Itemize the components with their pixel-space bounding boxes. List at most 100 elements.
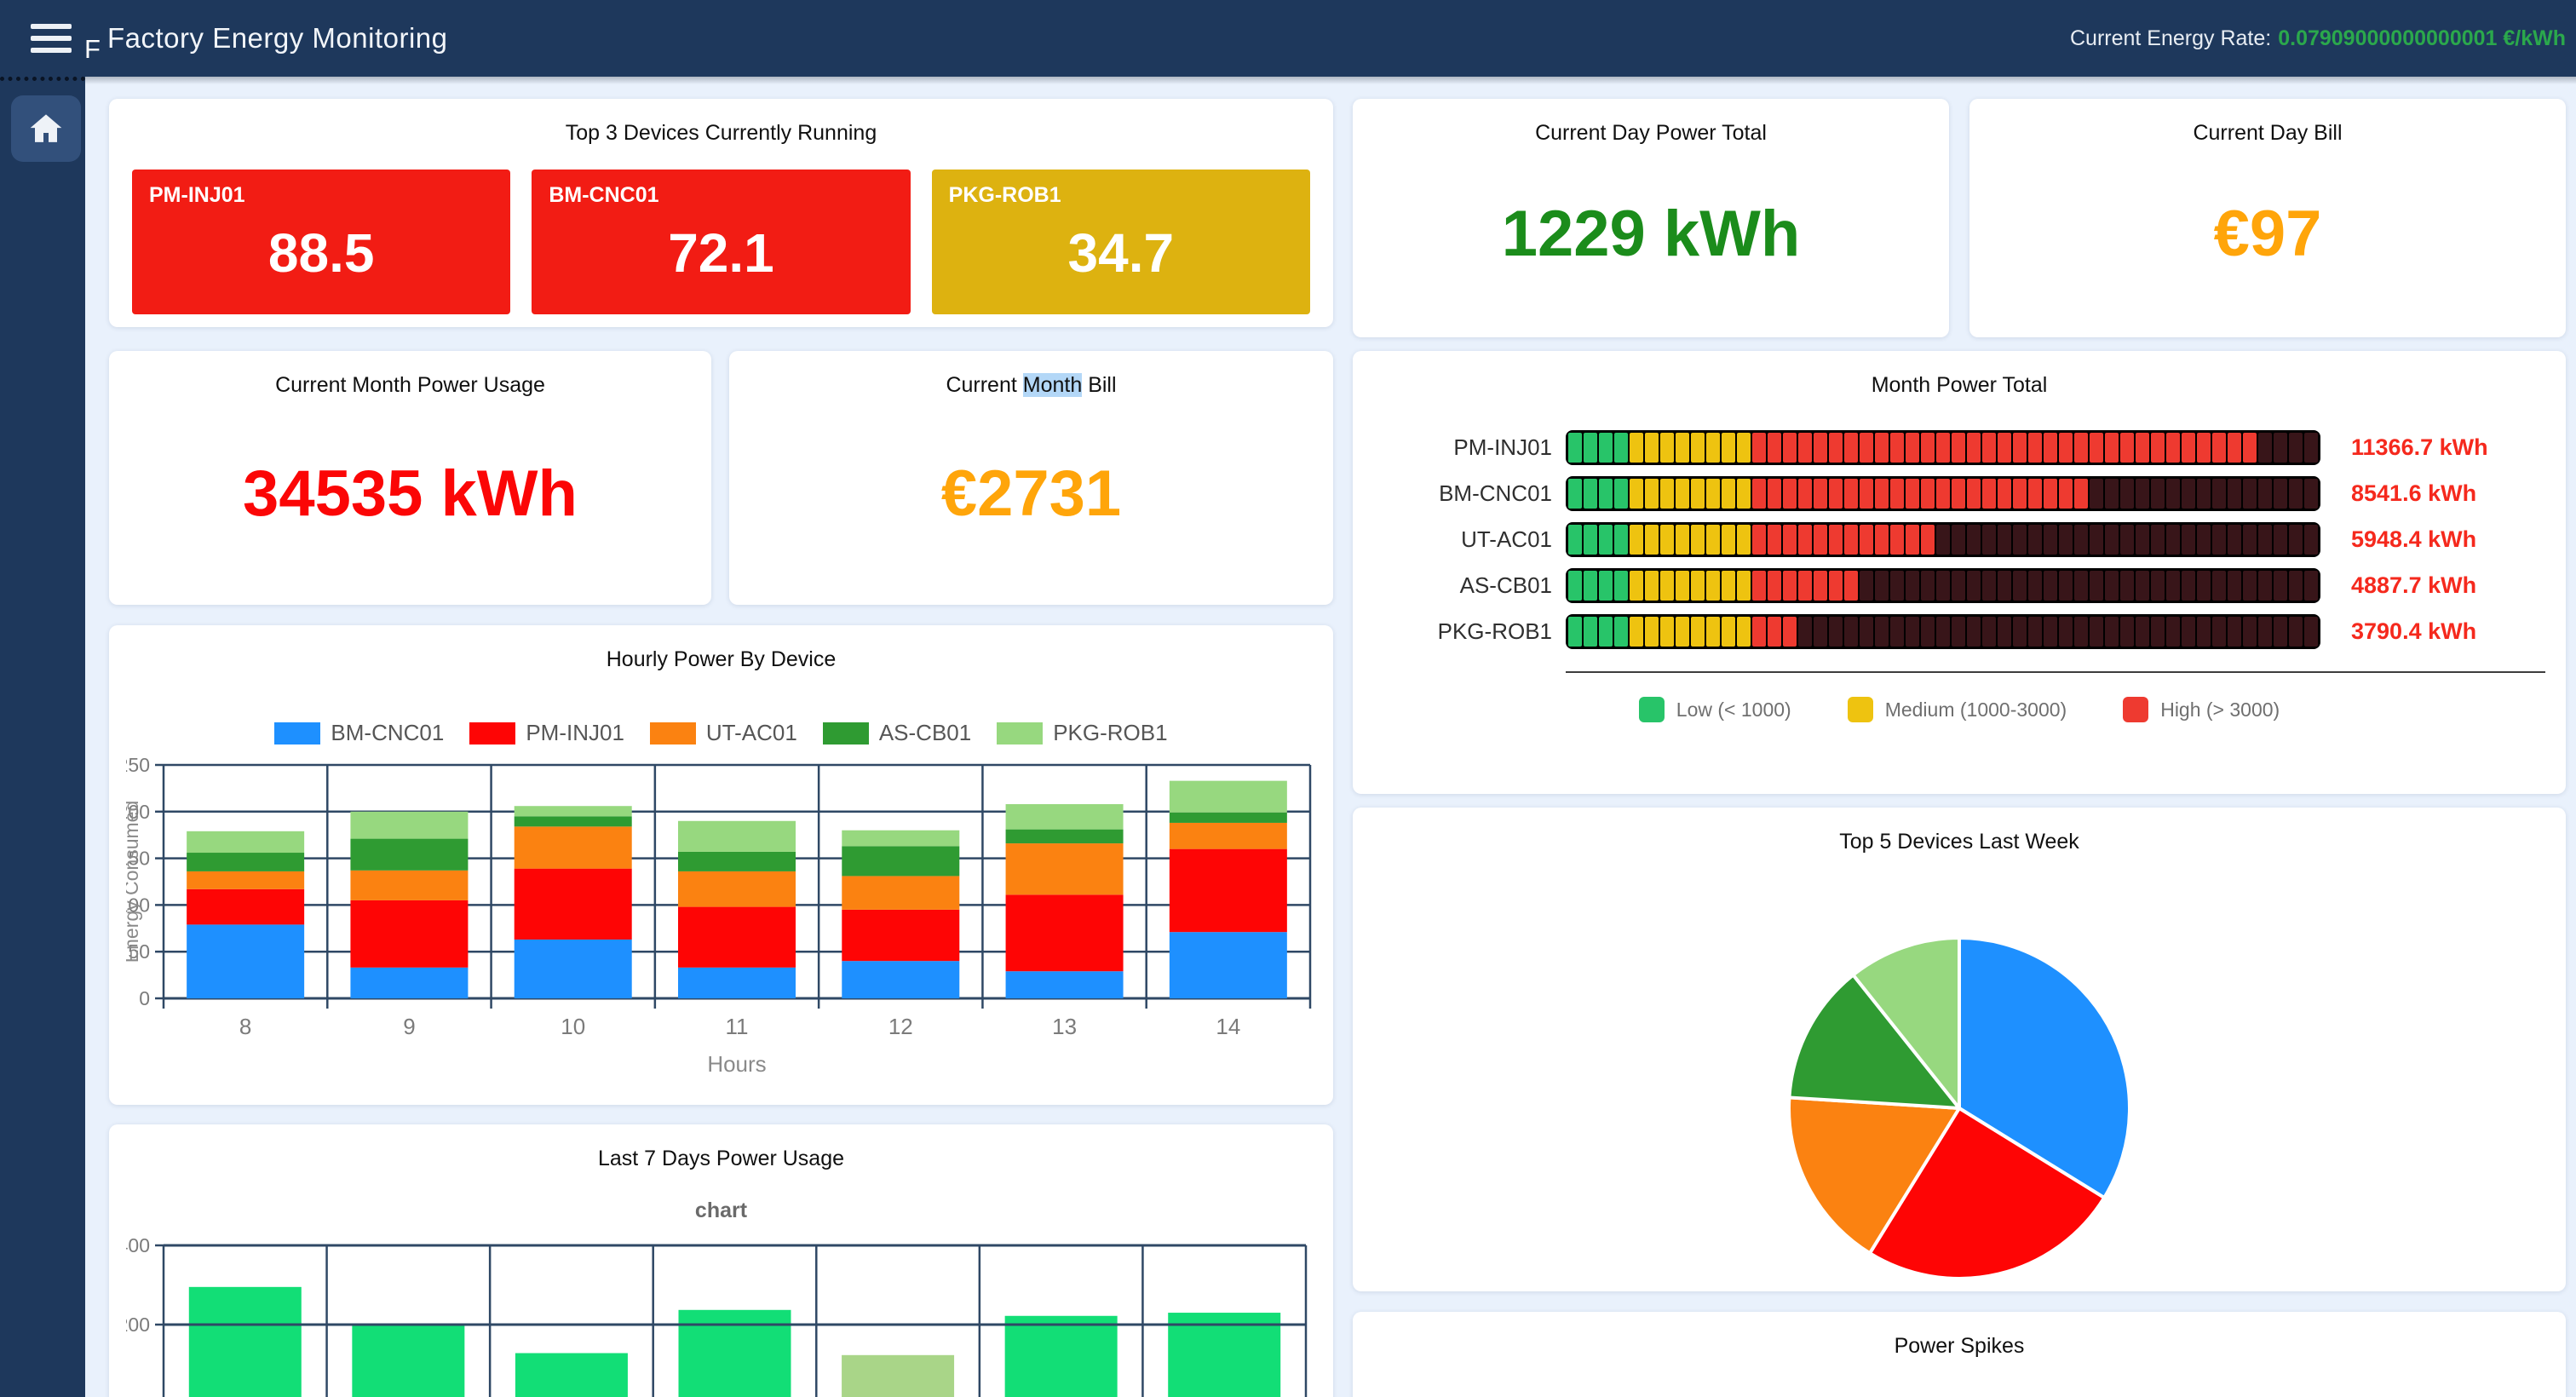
legend-swatch xyxy=(469,722,515,744)
legend-item: UT-AC01 xyxy=(650,720,797,746)
day-power-card: Current Day Power Total 1229 kWh xyxy=(1353,99,1949,337)
legend-item: AS-CB01 xyxy=(823,720,971,746)
legend-label: PM-INJ01 xyxy=(526,720,624,746)
month-row-value: 8541.6 kWh xyxy=(2351,480,2545,507)
month-row-segment-bar xyxy=(1566,568,2320,603)
month-total-separator xyxy=(1566,671,2545,673)
month-power-card: Current Month Power Usage 34535 kWh xyxy=(109,351,711,605)
device-value: 34.7 xyxy=(1068,221,1175,285)
svg-text:0: 0 xyxy=(139,987,150,1009)
top-devices-panel: Top 3 Devices Currently Running PM-INJ01… xyxy=(109,99,1333,327)
home-button[interactable] xyxy=(11,95,81,162)
month-total-panel: Month Power Total PM-INJ01 11366.7 kWh BM-… xyxy=(1353,351,2566,794)
device-name: PKG-ROB1 xyxy=(949,183,1061,208)
energy-rate-value: 0.07909000000000001 €/kWh xyxy=(2278,26,2566,50)
svg-text:12: 12 xyxy=(888,1014,913,1039)
svg-text:Energy Consumed: Energy Consumed xyxy=(126,801,142,963)
month-row-device: PKG-ROB1 xyxy=(1373,618,1552,645)
legend-label: AS-CB01 xyxy=(879,720,971,746)
month-bill-title-pre: Current xyxy=(946,373,1022,397)
month-row-segment-bar xyxy=(1566,476,2320,511)
app-title: Factory Energy Monitoring xyxy=(107,22,448,55)
legend-swatch xyxy=(650,722,696,744)
day-bill-value: €97 xyxy=(1969,146,2566,337)
month-row-segment-bar xyxy=(1566,430,2320,465)
legend-label: Medium (1000-3000) xyxy=(1885,698,2067,721)
day-bill-card: Current Day Bill €97 xyxy=(1969,99,2566,337)
svg-text:250: 250 xyxy=(126,754,150,776)
legend-swatch xyxy=(823,722,869,744)
month-power-title: Current Month Power Usage xyxy=(109,351,711,398)
day-power-value: 1229 kWh xyxy=(1353,146,1949,337)
legend-label: Low (< 1000) xyxy=(1676,698,1791,721)
month-row-device: AS-CB01 xyxy=(1373,572,1552,599)
hourly-chart-panel: Hourly Power By Device BM-CNC01PM-INJ01U… xyxy=(109,625,1333,1105)
month-total-row: AS-CB01 4887.7 kWh xyxy=(1373,568,2545,603)
month-total-row: UT-AC01 5948.4 kWh xyxy=(1373,522,2545,557)
legend-item: PKG-ROB1 xyxy=(997,720,1167,746)
app-bar: Factory Energy Monitoring Current Energy… xyxy=(0,0,2576,77)
day-power-title: Current Day Power Total xyxy=(1353,99,1949,146)
device-value: 88.5 xyxy=(268,221,375,285)
hamburger-menu-icon[interactable] xyxy=(31,24,72,53)
svg-text:1,400: 1,400 xyxy=(126,1235,150,1256)
last7-bar-chart: 1,4001,2001,000 xyxy=(126,1235,1316,1397)
month-power-value: 34535 kWh xyxy=(109,398,711,605)
last7-title: Last 7 Days Power Usage xyxy=(109,1124,1333,1171)
device-name: BM-CNC01 xyxy=(549,183,658,208)
energy-rate-label: Current Energy Rate: xyxy=(2070,26,2271,50)
svg-text:8: 8 xyxy=(239,1014,251,1039)
legend-swatch xyxy=(1639,697,1665,722)
pie-title: Top 5 Devices Last Week xyxy=(1353,808,2566,854)
pie-panel: Top 5 Devices Last Week xyxy=(1353,808,2566,1291)
month-bill-title: Current Month Bill xyxy=(729,351,1333,398)
hourly-chart-legend: BM-CNC01 PM-INJ01 UT-AC01 AS-CB01 PKG-ROB1 xyxy=(109,720,1333,746)
month-total-row: PKG-ROB1 3790.4 kWh xyxy=(1373,614,2545,649)
legend-swatch xyxy=(274,722,320,744)
power-spikes-chart: 130 xyxy=(1363,1369,2556,1397)
device-card: BM-CNC01 72.1 xyxy=(532,170,910,314)
sidebar xyxy=(0,77,85,1397)
month-row-segment-bar xyxy=(1566,614,2320,649)
power-spikes-title: Power Spikes xyxy=(1353,1312,2566,1359)
day-bill-title: Current Day Bill xyxy=(1969,99,2566,146)
device-value: 72.1 xyxy=(668,221,774,285)
month-row-value: 11366.7 kWh xyxy=(2351,434,2545,461)
svg-text:1,000: 1,000 xyxy=(126,1393,150,1397)
legend-label: BM-CNC01 xyxy=(331,720,444,746)
month-row-value: 4887.7 kWh xyxy=(2351,572,2545,599)
month-row-device: BM-CNC01 xyxy=(1373,480,1552,507)
clipped-nav-text: F xyxy=(84,34,101,65)
last7-chart-panel: Last 7 Days Power Usage chart 1,4001,200… xyxy=(109,1124,1333,1397)
month-total-title: Month Power Total xyxy=(1353,351,2566,398)
legend-label: High (> 3000) xyxy=(2160,698,2280,721)
month-total-legend: Low (< 1000) Medium (1000-3000) High (> 30… xyxy=(1353,697,2566,722)
svg-text:10: 10 xyxy=(561,1014,585,1039)
month-total-row: PM-INJ01 11366.7 kWh xyxy=(1373,430,2545,465)
legend-swatch xyxy=(1848,697,1873,722)
month-row-value: 5948.4 kWh xyxy=(2351,526,2545,553)
svg-text:Hours: Hours xyxy=(707,1051,766,1077)
legend-item: PM-INJ01 xyxy=(469,720,624,746)
month-row-device: UT-AC01 xyxy=(1373,526,1552,553)
last7-subtitle: chart xyxy=(109,1199,1333,1223)
top-devices-title: Top 3 Devices Currently Running xyxy=(109,99,1333,146)
home-icon xyxy=(29,112,63,145)
svg-text:13: 13 xyxy=(1052,1014,1077,1039)
dashboard-root: Factory Energy Monitoring Current Energy… xyxy=(0,0,2576,1397)
device-card: PKG-ROB1 34.7 xyxy=(932,170,1310,314)
legend-item: High (> 3000) xyxy=(2123,697,2280,722)
month-row-device: PM-INJ01 xyxy=(1373,434,1552,461)
svg-text:14: 14 xyxy=(1216,1014,1240,1039)
device-card: PM-INJ01 88.5 xyxy=(132,170,510,314)
legend-label: PKG-ROB1 xyxy=(1053,720,1167,746)
power-spikes-panel: Power Spikes 130 xyxy=(1353,1312,2566,1397)
legend-item: Low (< 1000) xyxy=(1639,697,1791,722)
top-devices-cards: PM-INJ01 88.5 BM-CNC01 72.1 PKG-ROB1 34.… xyxy=(109,146,1333,314)
legend-label: UT-AC01 xyxy=(706,720,797,746)
device-name: PM-INJ01 xyxy=(149,183,245,208)
month-row-segment-bar xyxy=(1566,522,2320,557)
energy-rate: Current Energy Rate: 0.07909000000000001 … xyxy=(2070,26,2566,51)
month-bill-card: Current Month Bill €2731 xyxy=(729,351,1333,605)
month-row-value: 3790.4 kWh xyxy=(2351,618,2545,645)
